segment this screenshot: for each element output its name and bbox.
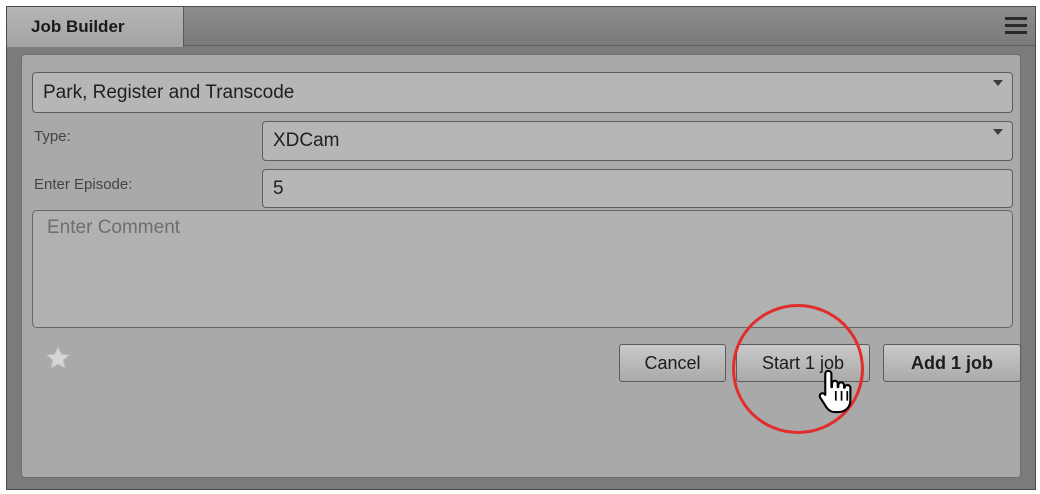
job-builder-panel: Park, Register and Transcode Type: XDCam… [21, 54, 1021, 478]
episode-label: Enter Episode: [34, 176, 133, 193]
tab-job-builder[interactable]: Job Builder [7, 7, 184, 47]
add-job-button-label: Add 1 job [911, 352, 993, 373]
job-builder-window: Job Builder Park, Register and Transcode… [6, 6, 1036, 490]
episode-input[interactable]: 5 [262, 169, 1013, 208]
chevron-down-icon [993, 80, 1003, 86]
type-label: Type: [34, 128, 71, 145]
hand-pointer-icon [818, 369, 852, 414]
type-dropdown[interactable]: XDCam [262, 121, 1013, 161]
tab-job-builder-label: Job Builder [31, 17, 125, 36]
star-icon[interactable] [44, 344, 72, 372]
chevron-down-icon [993, 129, 1003, 135]
cancel-button[interactable]: Cancel [619, 344, 726, 382]
add-job-button[interactable]: Add 1 job [883, 344, 1021, 382]
tab-strip: Job Builder [7, 7, 1035, 47]
comment-textarea[interactable]: Enter Comment [32, 210, 1013, 328]
workflow-dropdown-value: Park, Register and Transcode [43, 81, 295, 103]
episode-input-value: 5 [273, 177, 284, 199]
cancel-button-label: Cancel [644, 352, 701, 373]
workflow-dropdown[interactable]: Park, Register and Transcode [32, 72, 1013, 113]
comment-placeholder: Enter Comment [47, 217, 181, 238]
hamburger-menu-icon[interactable] [1005, 17, 1027, 35]
type-dropdown-value: XDCam [273, 130, 340, 151]
